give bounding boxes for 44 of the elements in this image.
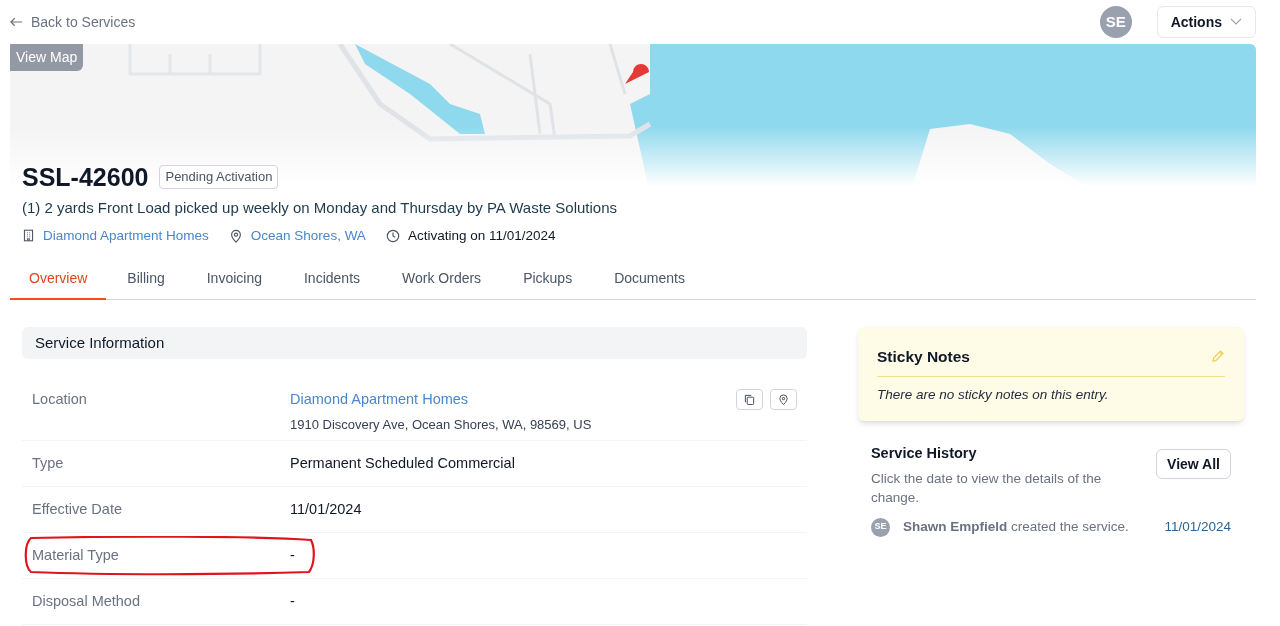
- activation-date: Activating on 11/01/2024: [407, 226, 556, 245]
- tab[interactable]: Overview: [10, 259, 107, 300]
- back-link[interactable]: Back to Services: [10, 11, 136, 33]
- field-label: Effective Date: [32, 501, 122, 518]
- tab[interactable]: Pickups: [502, 259, 594, 300]
- tab[interactable]: Work Orders: [381, 259, 503, 300]
- field-value: -: [290, 547, 295, 564]
- chevron-down-icon: [1230, 18, 1242, 26]
- field-label: Disposal Method: [32, 593, 140, 610]
- view-all-button[interactable]: View All: [1156, 449, 1231, 480]
- hint-text: Click the date to view the details of the change.: [870, 470, 1103, 507]
- section-header: Service Information: [22, 326, 807, 359]
- field-value: 11/01/2024: [290, 501, 362, 518]
- history-entry-text: Shawn Empfield created the service.: [902, 518, 1130, 536]
- date-link[interactable]: 11/01/2024: [1164, 517, 1231, 538]
- field-value: -: [290, 593, 295, 610]
- status-badge: Pending Activation: [159, 165, 279, 189]
- card-title: Sticky Notes: [876, 346, 970, 367]
- building-icon: [22, 229, 35, 243]
- tab[interactable]: Incidents: [283, 259, 382, 300]
- tab[interactable]: Invoicing: [185, 259, 283, 300]
- location-link[interactable]: Ocean Shores, WA: [250, 225, 366, 246]
- field-value: Permanent Scheduled Commercial: [290, 455, 515, 472]
- field-label: Material Type: [32, 547, 119, 564]
- field-label: Type: [32, 455, 64, 472]
- tab[interactable]: Documents: [593, 259, 706, 300]
- copy-icon: [743, 393, 755, 405]
- tab[interactable]: Billing: [106, 259, 186, 300]
- copy-button[interactable]: [735, 388, 763, 410]
- map-pin-icon: [228, 228, 243, 243]
- actions-button[interactable]: Actions: [1156, 6, 1256, 38]
- location-link[interactable]: Diamond Apartment Homes: [43, 225, 209, 246]
- field-label: Location: [32, 390, 87, 407]
- service-id: SSL-42600: [22, 162, 149, 192]
- user-avatar: SE: [870, 517, 890, 537]
- section-title: Service History: [870, 444, 978, 464]
- arrow-left-icon: [10, 17, 23, 27]
- map-pin-button[interactable]: [769, 388, 797, 410]
- location-link[interactable]: Diamond Apartment Homes: [290, 388, 469, 411]
- empty-notes-text: There are no sticky notes on this entry.: [876, 386, 1110, 404]
- map-pin-icon: [777, 393, 789, 405]
- address-text: 1910 Discovery Ave, Ocean Shores, WA, 98569, US: [290, 415, 593, 434]
- clock-icon: [385, 228, 400, 243]
- service-description: (1) 2 yards Front Load picked up weekly on Monday and Thursday by PA Waste Solutions: [22, 198, 619, 218]
